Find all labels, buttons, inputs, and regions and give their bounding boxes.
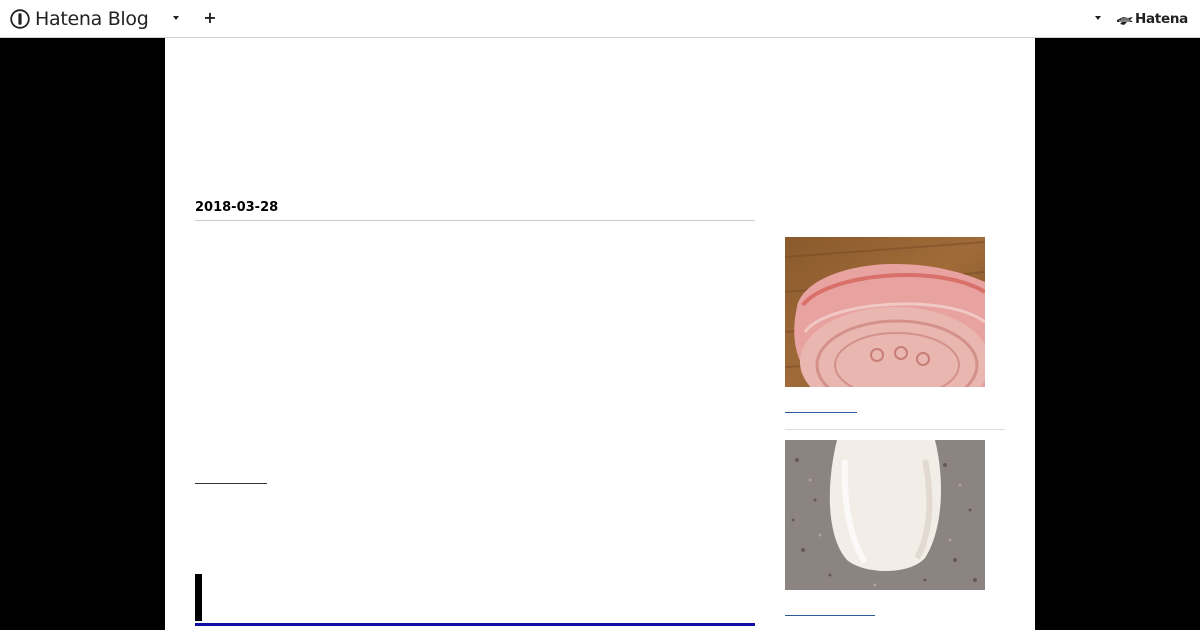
hatena-blog-logo[interactable]: Hatena Blog — [10, 7, 149, 31]
hatena-bird-icon — [1116, 13, 1134, 25]
hatena-logo[interactable]: Hatena — [1116, 10, 1188, 28]
entry-date[interactable]: 2018-03-28 — [195, 200, 755, 221]
blog-container: 2018-03-28 — [165, 38, 1035, 630]
sidebar-link[interactable] — [785, 614, 875, 616]
sidebar-thumbnail-macaron[interactable] — [785, 237, 985, 387]
account-menu-caret-icon[interactable] — [1095, 16, 1101, 20]
new-post-button[interactable]: + — [202, 9, 218, 27]
entry-link[interactable] — [195, 482, 267, 484]
section-heading-rule — [195, 623, 755, 626]
hatena-blog-logo-icon — [10, 9, 30, 29]
sidebar-thumbnail-white-sweet[interactable] — [785, 440, 985, 590]
global-header: Hatena Blog + Hatena — [0, 0, 1200, 38]
sidebar-link[interactable] — [785, 411, 857, 413]
brand-name: Hatena Blog — [35, 8, 149, 30]
blog-menu-caret-icon[interactable] — [173, 16, 179, 20]
company-name: Hatena — [1135, 11, 1188, 27]
section-heading-marker — [195, 574, 202, 621]
sidebar-divider — [785, 429, 1005, 430]
